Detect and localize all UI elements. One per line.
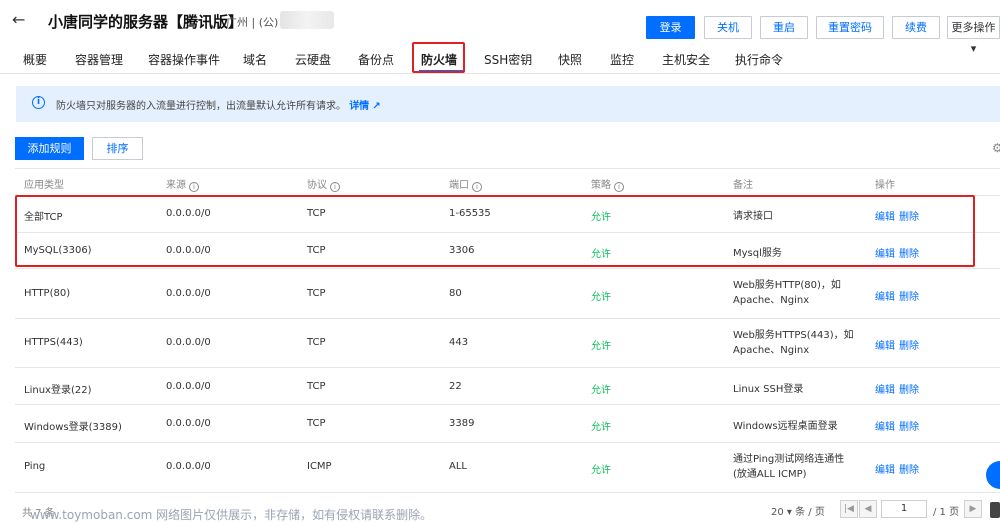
info-notice: i 防火墙只对服务器的入流量进行控制，出流量默认允许所有请求。 详情 ↗: [16, 86, 1000, 122]
tab-backup[interactable]: 备份点: [358, 51, 394, 68]
prev-page-icon[interactable]: ◀: [859, 500, 877, 518]
edit-button[interactable]: 编辑: [875, 337, 895, 352]
column-header-policy: 策略 i: [591, 176, 624, 192]
cell-remark: Web服务HTTP(80)，如Apache、Nginx: [733, 280, 841, 306]
cell-port: 443: [449, 337, 469, 348]
cell-protocol: TCP: [307, 288, 326, 299]
table-row: Ping 0.0.0.0/0 ICMP ALL 允许 通过Ping测试网络连通性…: [15, 443, 1000, 493]
cell-port: 80: [449, 288, 462, 299]
cell-app: Linux登录(22): [24, 385, 92, 396]
cell-source: 0.0.0.0/0: [166, 461, 211, 472]
tab-cloud-disk[interactable]: 云硬盘: [295, 51, 331, 68]
tab-host-security[interactable]: 主机安全: [662, 51, 710, 68]
page-title: 小唐同学的服务器【腾讯版】: [48, 13, 244, 31]
cell-remark: 通过Ping测试网络连通性(放通ALL ICMP): [733, 454, 845, 480]
page-size-select[interactable]: 20 ▾ 条 / 页: [771, 503, 825, 518]
cell-policy: 允许: [591, 385, 611, 396]
tab-container-management[interactable]: 容器管理: [75, 51, 123, 68]
info-icon[interactable]: i: [472, 182, 482, 192]
info-icon[interactable]: i: [614, 182, 624, 192]
more-actions-dropdown[interactable]: 更多操作 ▾: [947, 16, 1000, 55]
cell-source: 0.0.0.0/0: [166, 288, 211, 299]
cell-policy: 允许: [591, 465, 611, 476]
delete-button[interactable]: 删除: [899, 461, 919, 476]
cell-policy: 允许: [591, 422, 611, 433]
delete-button[interactable]: 删除: [899, 381, 919, 396]
info-icon[interactable]: i: [330, 182, 340, 192]
table-row: HTTP(80) 0.0.0.0/0 TCP 80 允许 Web服务HTTP(8…: [15, 269, 1000, 319]
delete-button[interactable]: 删除: [899, 418, 919, 433]
cell-source: 0.0.0.0/0: [166, 381, 211, 392]
tab-ssh-key[interactable]: SSH密钥: [484, 51, 532, 68]
cell-app: HTTPS(443): [24, 337, 83, 348]
cell-policy: 允许: [591, 341, 611, 352]
cell-port: ALL: [449, 461, 467, 472]
login-button[interactable]: 登录: [646, 16, 695, 39]
table-row: HTTPS(443) 0.0.0.0/0 TCP 443 允许 Web服务HTT…: [15, 319, 1000, 368]
column-header-protocol: 协议 i: [307, 176, 340, 192]
tab-container-events[interactable]: 容器操作事件: [148, 51, 220, 68]
edit-button[interactable]: 编辑: [875, 381, 895, 396]
watermark: www.toymoban.com 网络图片仅供展示，非存储，如有侵权请联系删除。: [30, 508, 433, 522]
delete-button[interactable]: 删除: [899, 288, 919, 303]
cell-remark: Web服务HTTPS(443)，如Apache、Nginx: [733, 330, 854, 356]
renew-button[interactable]: 续费: [892, 16, 940, 39]
edit-button[interactable]: 编辑: [875, 288, 895, 303]
tab-snapshot[interactable]: 快照: [558, 51, 582, 68]
cell-source: 0.0.0.0/0: [166, 418, 211, 429]
delete-button[interactable]: 删除: [899, 337, 919, 352]
column-header-port: 端口 i: [449, 176, 482, 192]
reset-password-button[interactable]: 重置密码: [816, 16, 884, 39]
cell-policy: 允许: [591, 292, 611, 303]
column-header-actions: 操作: [875, 180, 895, 191]
table-header: 应用类型 来源 i 协议 i 端口 i 策略 i 备注 操作: [15, 168, 1000, 196]
tab-overview[interactable]: 概要: [23, 51, 47, 68]
cell-port: 3389: [449, 418, 475, 429]
first-page-icon[interactable]: |◀: [840, 500, 858, 518]
next-page-icon[interactable]: ▶: [964, 500, 982, 518]
cell-app: HTTP(80): [24, 288, 71, 299]
cell-port: 22: [449, 381, 462, 392]
redacted-ip: [280, 11, 334, 29]
info-icon[interactable]: i: [189, 182, 199, 192]
page-total-label: / 1 页: [933, 507, 960, 518]
tab-bar: 概要 容器管理 容器操作事件 域名 云硬盘 备份点 防火墙 SSH密钥 快照 监…: [0, 44, 1000, 74]
tab-monitoring[interactable]: 监控: [610, 51, 634, 68]
cell-protocol: ICMP: [307, 461, 332, 472]
cell-protocol: TCP: [307, 381, 326, 392]
sort-button[interactable]: 排序: [92, 137, 143, 160]
cell-app: Windows登录(3389): [24, 422, 122, 433]
column-header-app-type: 应用类型: [24, 180, 64, 191]
tab-domain[interactable]: 域名: [243, 51, 267, 68]
cell-app: Ping: [24, 461, 46, 472]
highlighted-rows-box: [15, 195, 975, 267]
edit-button[interactable]: 编辑: [875, 418, 895, 433]
info-icon: i: [32, 96, 45, 109]
external-link-icon[interactable]: ↗: [372, 101, 380, 112]
firewall-tab-highlight: [412, 42, 465, 73]
column-header-source: 来源 i: [166, 176, 199, 192]
column-header-remark: 备注: [733, 180, 753, 191]
cell-source: 0.0.0.0/0: [166, 337, 211, 348]
notice-text: 防火墙只对服务器的入流量进行控制，出流量默认允许所有请求。: [56, 101, 346, 112]
details-link[interactable]: 详情: [349, 101, 369, 112]
header: ← 小唐同学的服务器【腾讯版】 广州 | (公) 1.12 登录 关机 重启 重…: [0, 0, 1000, 55]
cell-remark: Linux SSH登录: [733, 384, 804, 395]
cell-protocol: TCP: [307, 418, 326, 429]
tab-run-command[interactable]: 执行命令: [735, 51, 783, 68]
shutdown-button[interactable]: 关机: [704, 16, 752, 39]
add-rule-button[interactable]: 添加规则: [15, 137, 84, 160]
cell-protocol: TCP: [307, 337, 326, 348]
restart-button[interactable]: 重启: [760, 16, 808, 39]
table-row: Linux登录(22) 0.0.0.0/0 TCP 22 允许 Linux SS…: [15, 368, 1000, 405]
sidebar-toggle-icon[interactable]: [990, 502, 1000, 518]
cell-remark: Windows远程桌面登录: [733, 421, 838, 432]
edit-button[interactable]: 编辑: [875, 461, 895, 476]
gear-icon[interactable]: ⚙: [992, 141, 1000, 155]
table-row: Windows登录(3389) 0.0.0.0/0 TCP 3389 允许 Wi…: [15, 405, 1000, 443]
arrow-left-icon[interactable]: ←: [12, 10, 25, 29]
page-number-input[interactable]: 1: [881, 500, 927, 518]
